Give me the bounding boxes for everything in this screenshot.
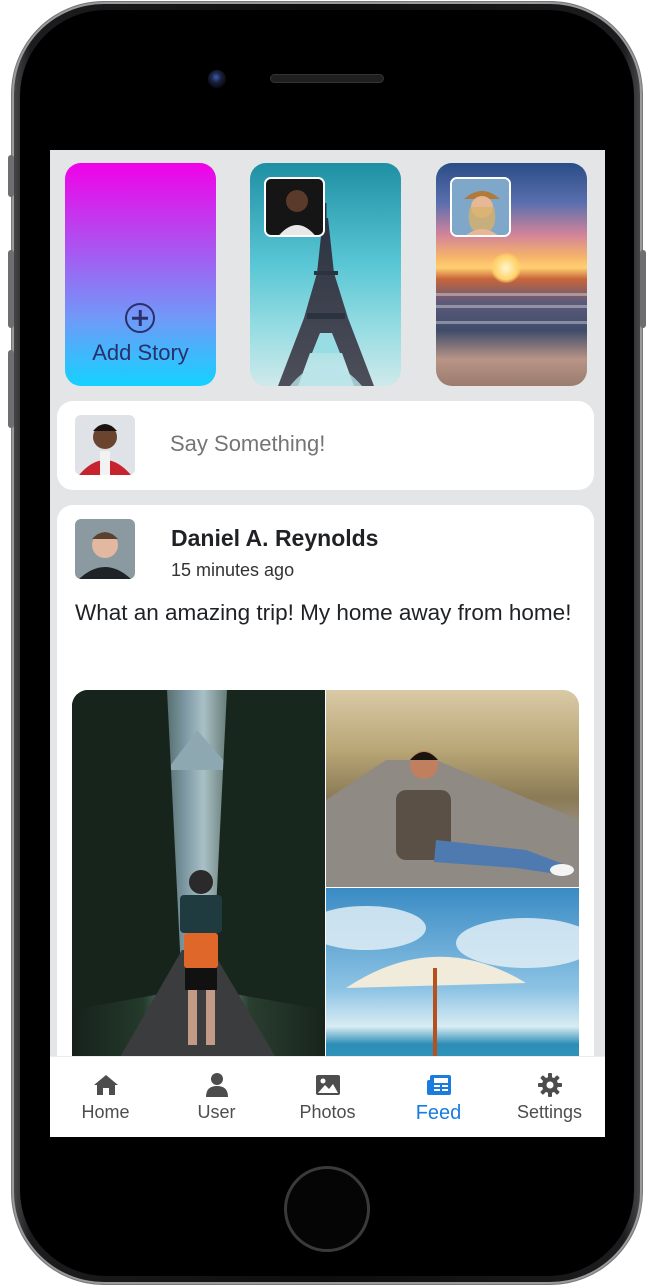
front-camera bbox=[208, 70, 226, 88]
app-screen: Add Story Say Something! Daniel A. Reyno… bbox=[50, 150, 605, 1137]
story-avatar bbox=[450, 177, 511, 237]
tab-user[interactable]: User bbox=[161, 1057, 272, 1137]
tab-user-label: User bbox=[197, 1102, 236, 1122]
wave-line bbox=[436, 305, 587, 308]
tab-photos[interactable]: Photos bbox=[272, 1057, 383, 1137]
add-story-card[interactable]: Add Story bbox=[65, 163, 216, 386]
stories-row: Add Story bbox=[50, 150, 605, 395]
wave-line bbox=[436, 321, 587, 324]
road-sitting-photo[interactable] bbox=[326, 690, 579, 887]
tab-feed[interactable]: Feed bbox=[383, 1057, 494, 1137]
tab-home[interactable]: Home bbox=[50, 1057, 161, 1137]
story-avatar bbox=[264, 177, 325, 237]
tab-home-label: Home bbox=[81, 1102, 130, 1122]
home-button[interactable] bbox=[284, 1166, 370, 1252]
tab-photos-label: Photos bbox=[299, 1102, 356, 1122]
home-icon bbox=[93, 1075, 118, 1095]
power-button bbox=[640, 250, 646, 328]
tab-settings[interactable]: Settings bbox=[494, 1057, 605, 1137]
story-card-eiffel[interactable] bbox=[250, 163, 401, 386]
post-author-name[interactable]: Daniel A. Reynolds bbox=[171, 525, 378, 552]
bottom-tab-bar: Home User Photos Feed Settings bbox=[50, 1056, 605, 1137]
volume-up-button bbox=[8, 250, 14, 328]
sun-image bbox=[491, 253, 521, 283]
photos-icon bbox=[315, 1075, 340, 1095]
author-avatar[interactable] bbox=[75, 519, 135, 579]
user-icon bbox=[205, 1073, 228, 1097]
wave-line bbox=[436, 293, 587, 296]
user-avatar[interactable] bbox=[75, 415, 135, 475]
tab-feed-label: Feed bbox=[415, 1102, 462, 1124]
story-card-sunset[interactable] bbox=[436, 163, 587, 386]
post-card: Daniel A. Reynolds 15 minutes ago What a… bbox=[57, 505, 594, 1137]
post-composer-input[interactable] bbox=[170, 431, 570, 457]
tab-settings-label: Settings bbox=[516, 1102, 583, 1122]
plus-circle-icon bbox=[125, 303, 155, 333]
add-story-label: Add Story bbox=[92, 340, 189, 365]
earpiece-speaker bbox=[270, 74, 384, 83]
composer-card bbox=[57, 401, 594, 490]
volume-down-button bbox=[8, 350, 14, 428]
post-timestamp: 15 minutes ago bbox=[171, 560, 295, 580]
post-body-text: What an amazing trip! My home away from … bbox=[75, 600, 572, 625]
gear-icon bbox=[537, 1073, 562, 1097]
silent-switch bbox=[8, 155, 14, 197]
feed-icon bbox=[426, 1075, 451, 1095]
